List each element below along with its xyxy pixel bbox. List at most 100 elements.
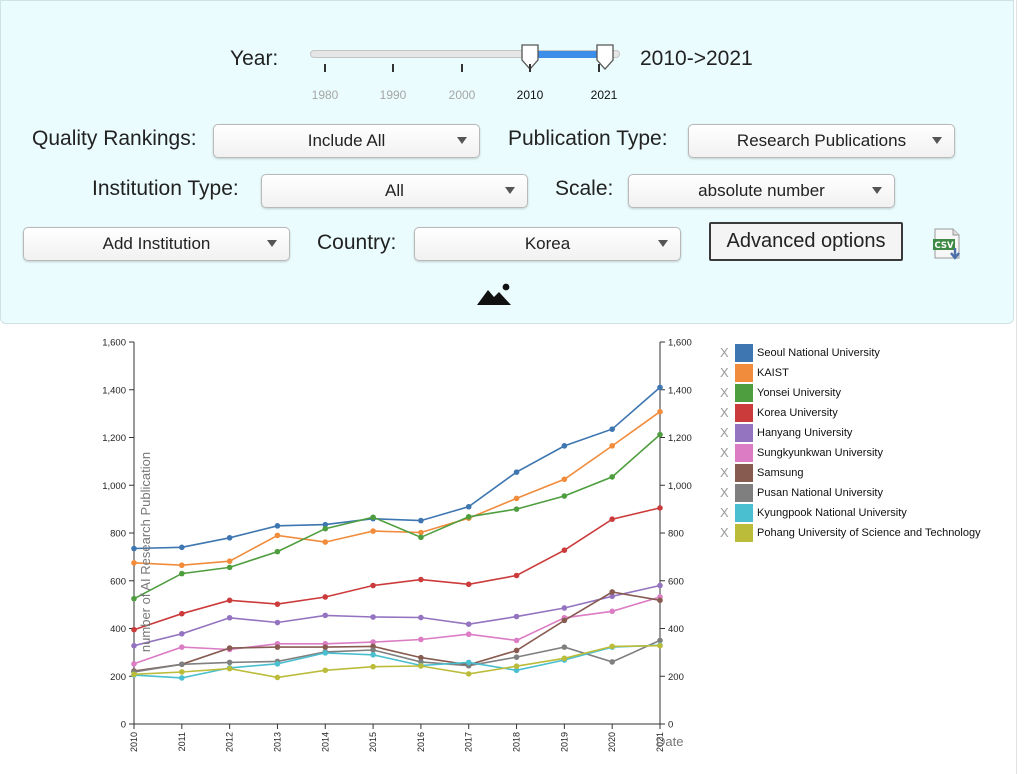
data-point bbox=[657, 642, 663, 649]
data-point bbox=[274, 619, 281, 626]
data-point bbox=[226, 665, 233, 672]
advanced-options-button[interactable]: Advanced options bbox=[709, 222, 903, 261]
year-label: Year: bbox=[230, 47, 279, 70]
data-point bbox=[513, 647, 520, 654]
data-point bbox=[609, 474, 615, 480]
chevron-down-icon bbox=[457, 137, 467, 144]
data-point bbox=[322, 612, 329, 619]
scale-select[interactable]: absolute number bbox=[628, 174, 895, 208]
data-point bbox=[370, 514, 376, 521]
csv-download-icon[interactable]: CSV bbox=[932, 228, 964, 262]
legend-label: Korea University bbox=[757, 407, 838, 419]
publication-type-select[interactable]: Research Publications bbox=[688, 124, 955, 158]
legend-remove-button[interactable]: X bbox=[720, 425, 729, 440]
data-point bbox=[179, 644, 185, 650]
data-point bbox=[226, 645, 233, 651]
x-tick-label: 2010 bbox=[129, 732, 139, 752]
legend-label: Hanyang University bbox=[757, 427, 853, 439]
legend-swatch bbox=[735, 384, 753, 402]
legend-remove-button[interactable]: X bbox=[720, 505, 729, 520]
legend-label: Samsung bbox=[757, 467, 804, 479]
legend-swatch bbox=[735, 404, 753, 422]
left-y-axis: 0 200 400 600 800 1,000 1,200 1,400 1,600 bbox=[102, 338, 135, 731]
add-institution-select[interactable]: Add Institution bbox=[23, 227, 290, 261]
data-point bbox=[418, 529, 424, 536]
data-point bbox=[274, 523, 281, 529]
data-point bbox=[561, 605, 568, 611]
legend-swatch bbox=[735, 364, 753, 382]
x-tick-label: 2016 bbox=[416, 732, 426, 752]
legend-swatch bbox=[735, 484, 753, 502]
data-point bbox=[322, 644, 329, 650]
institution-type-label: Institution Type: bbox=[92, 177, 239, 200]
publication-type-value: Research Publications bbox=[736, 131, 907, 150]
legend-remove-button[interactable]: X bbox=[720, 525, 729, 540]
data-point bbox=[179, 544, 185, 551]
legend-remove-button[interactable]: X bbox=[720, 365, 729, 380]
data-point bbox=[609, 516, 615, 522]
x-tick-label: 2018 bbox=[512, 732, 522, 752]
y-tick-label: 800 bbox=[110, 529, 126, 540]
data-point bbox=[465, 513, 472, 520]
chart-series bbox=[131, 384, 663, 681]
legend-remove-button[interactable]: X bbox=[720, 445, 729, 460]
legend-swatch bbox=[735, 424, 753, 442]
quality-rankings-select[interactable]: Include All bbox=[213, 124, 480, 158]
data-point bbox=[513, 506, 520, 512]
data-point bbox=[657, 505, 663, 511]
data-point bbox=[274, 674, 281, 681]
x-tick-label: 2020 bbox=[607, 732, 617, 752]
right-y-axis: 0 200 400 600 800 1,000 1,200 1,400 1,600 bbox=[659, 338, 692, 731]
data-point bbox=[561, 547, 568, 553]
data-point bbox=[609, 643, 615, 650]
y-tick-label: 1,200 bbox=[102, 433, 126, 444]
data-point bbox=[179, 562, 185, 569]
legend-remove-button[interactable]: X bbox=[720, 385, 729, 400]
legend-remove-button[interactable]: X bbox=[720, 485, 729, 500]
legend-label: Kyungpook National University bbox=[757, 507, 907, 519]
data-point bbox=[131, 626, 137, 633]
y-tick-label-right: 1,400 bbox=[668, 385, 692, 396]
slider-tick bbox=[529, 64, 531, 72]
slider-tick-label: 2010 bbox=[516, 88, 544, 102]
data-point bbox=[179, 675, 185, 681]
slider-tick bbox=[392, 64, 394, 72]
data-point bbox=[226, 597, 233, 604]
legend-item: X Seoul National University bbox=[720, 344, 1000, 364]
data-point bbox=[513, 469, 520, 475]
data-point bbox=[657, 408, 663, 415]
legend-item: X Yonsei University bbox=[720, 384, 1000, 404]
institution-type-select[interactable]: All bbox=[261, 174, 528, 208]
legend-item: X Pohang University of Science and Techno… bbox=[720, 524, 1000, 544]
data-point bbox=[370, 647, 376, 653]
data-point bbox=[609, 608, 615, 615]
slider-tick-label: 1990 bbox=[379, 88, 407, 102]
legend-remove-button[interactable]: X bbox=[720, 405, 729, 420]
y-tick-label: 200 bbox=[110, 672, 126, 683]
data-point bbox=[418, 517, 424, 524]
legend-label: Sungkyunkwan University bbox=[757, 447, 883, 459]
data-point bbox=[370, 582, 376, 589]
data-point bbox=[561, 644, 568, 650]
data-point bbox=[513, 637, 520, 644]
image-export-icon[interactable] bbox=[476, 282, 512, 306]
institution-type-value: All bbox=[385, 181, 404, 200]
data-point bbox=[561, 617, 568, 624]
legend-remove-button[interactable]: X bbox=[720, 465, 729, 480]
data-point bbox=[370, 528, 376, 534]
x-tick-label: 2015 bbox=[368, 732, 378, 752]
chevron-down-icon bbox=[932, 137, 942, 144]
country-label: Country: bbox=[317, 231, 397, 254]
slider-tick bbox=[461, 64, 463, 72]
data-point bbox=[561, 493, 568, 499]
publication-type-label: Publication Type: bbox=[508, 127, 668, 150]
data-point bbox=[274, 644, 281, 650]
country-select[interactable]: Korea bbox=[414, 227, 681, 261]
x-tick-label: 2019 bbox=[559, 732, 569, 752]
data-point bbox=[513, 495, 520, 502]
legend-remove-button[interactable]: X bbox=[720, 345, 729, 360]
x-axis: 2010 2011 2012 2013 2014 2015 2016 2017 2018 2019… bbox=[129, 723, 665, 752]
y-tick-label: 1,600 bbox=[102, 338, 126, 349]
data-point bbox=[322, 539, 329, 545]
series-line bbox=[133, 644, 661, 679]
